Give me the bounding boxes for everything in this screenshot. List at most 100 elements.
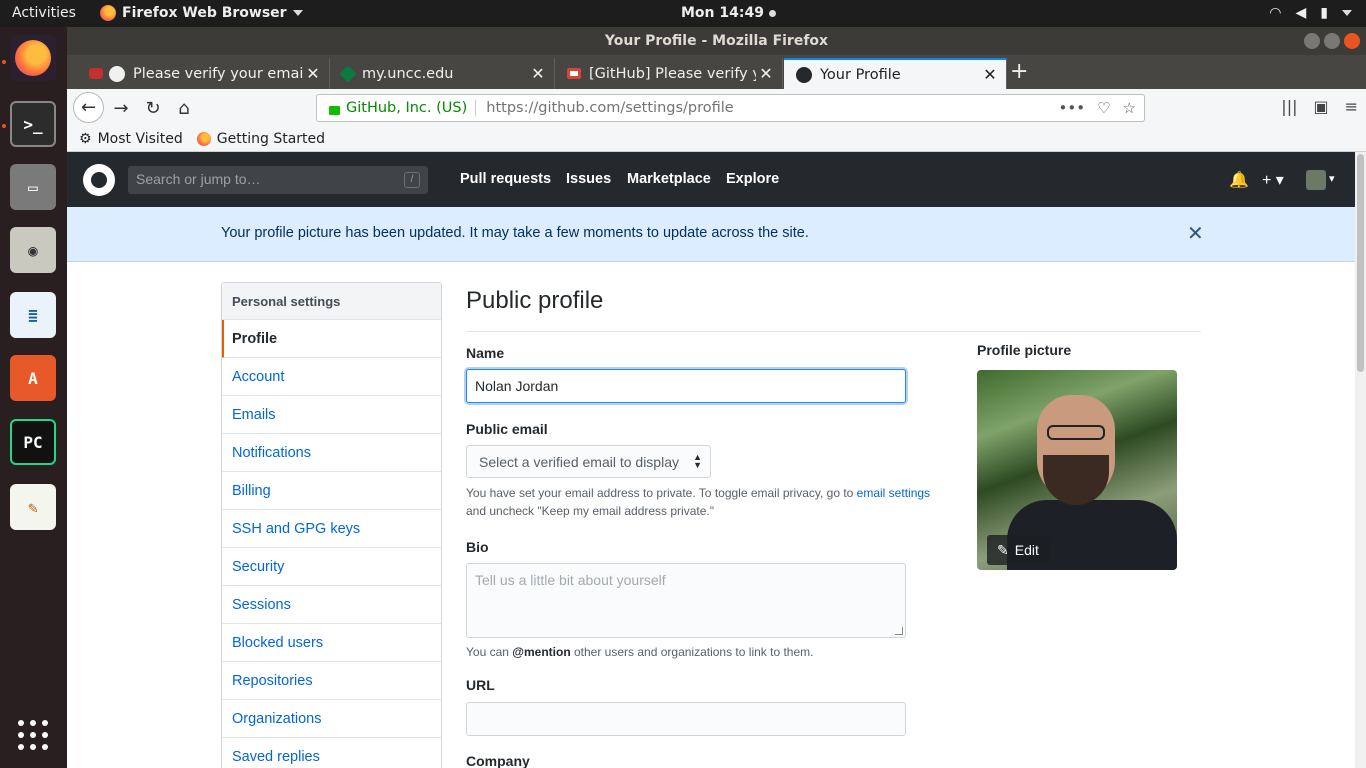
back-button[interactable]: ← [73,92,104,123]
window-title-bar[interactable]: Your Profile - Mozilla Firefox [67,27,1366,55]
bookmark-most-visited[interactable]: ⚙ Most Visited [79,131,183,147]
gear-icon: ⚙ [79,130,92,147]
sidebar-item-saved-replies[interactable]: Saved replies [222,738,441,768]
bookmark-getting-started[interactable]: Getting Started [196,131,325,147]
address-bar[interactable]: GitHub, Inc. (US) https://github.com/set… [316,94,1145,122]
tab-your-profile[interactable]: Your Profile ✕ [784,58,1007,89]
tab-github-verify[interactable]: [GitHub] Please verify yo ✕ [555,58,783,89]
public-email-label: Public email [466,421,548,437]
sidebar-item-notifications[interactable]: Notifications [222,434,441,472]
software-center-icon[interactable]: A [10,355,56,401]
sidebar-icon[interactable]: ▣ [1313,97,1328,116]
avatar[interactable] [1306,170,1326,190]
public-email-select[interactable]: Select a verified email to display ▲ ▼ [466,445,711,478]
page-content: Search or jump to… / Pull requests Issue… [67,152,1355,768]
writer-icon[interactable]: ≣ [10,292,56,338]
system-top-bar: Activities Firefox Web Browser Mon 14:49… [0,0,1366,27]
bell-icon[interactable]: 🔔 [1229,170,1249,190]
close-tab-icon[interactable]: ✕ [756,64,776,83]
activities-button[interactable]: Activities [12,5,76,21]
sidebar-item-security[interactable]: Security [222,548,441,586]
firefox-icon [196,131,211,146]
volume-icon: ◀ [1295,5,1307,21]
site-identity[interactable]: GitHub, Inc. (US) [346,100,477,116]
close-tab-icon[interactable]: ✕ [303,64,323,83]
text-editor-icon[interactable]: ✎ [10,484,56,530]
sidebar-item-billing[interactable]: Billing [222,472,441,510]
tab-strip: Please verify your email a ✕ my.uncc.edu… [67,55,1366,89]
system-indicators[interactable]: ◠ ◀ ▮ [1269,5,1352,21]
sidebar-header: Personal settings [222,283,441,320]
rhythmbox-icon[interactable]: ◉ [10,227,56,273]
pocket-icon[interactable]: ♡ [1097,99,1110,117]
bookmark-star-icon[interactable]: ☆ [1123,99,1136,117]
page-actions-icon[interactable]: ••• [1059,99,1086,117]
page-scrollbar[interactable] [1355,152,1366,768]
bio-label: Bio [466,539,489,555]
battery-icon: ▮ [1320,5,1328,21]
maximize-button[interactable] [1324,33,1340,49]
sidebar-item-repositories[interactable]: Repositories [222,662,441,700]
clock[interactable]: Mon 14:49 [681,5,776,21]
url-text[interactable]: https://github.com/settings/profile [486,100,1058,116]
app-menu[interactable]: Firefox Web Browser [100,5,303,21]
tab-my-uncc[interactable]: my.uncc.edu ✕ [330,58,555,89]
sidebar-item-blocked-users[interactable]: Blocked users [222,624,441,662]
terminal-icon[interactable]: >_ [10,101,56,147]
pencil-icon: ✎ [997,541,1009,558]
resize-handle-icon[interactable] [895,627,903,635]
uncc-icon [339,65,357,82]
github-icon [796,66,812,83]
forward-button[interactable]: → [108,95,134,121]
bio-textarea[interactable]: Tell us a little bit about yourself [466,563,906,638]
dock: >_ ▭ ◉ ≣ A PC ✎ [0,27,67,768]
files-icon[interactable]: ▭ [10,164,56,210]
scrollbar-thumb[interactable] [1357,154,1364,372]
show-applications-icon[interactable] [18,720,48,750]
edit-label: Edit [1014,542,1039,558]
menu-icon[interactable]: ≡ [1345,97,1358,116]
chevron-down-icon[interactable]: ▾ [1329,172,1335,185]
sidebar-item-account[interactable]: Account [222,358,441,396]
reload-button[interactable]: ↻ [140,95,166,121]
email-settings-link[interactable]: email settings [857,486,930,500]
app-menu-label: Firefox Web Browser [122,5,287,21]
github-icon [109,65,125,82]
close-tab-icon[interactable]: ✕ [980,65,1000,84]
url-field[interactable] [466,702,906,736]
edit-picture-button[interactable]: ✎ Edit [987,535,1049,565]
new-tab-button[interactable]: + [1010,59,1028,84]
minimize-button[interactable] [1304,33,1320,49]
window-controls [1304,33,1360,49]
close-icon[interactable]: ✕ [1187,221,1204,246]
github-logo-icon[interactable] [83,164,115,196]
nav-marketplace[interactable]: Marketplace [627,171,711,187]
sidebar-item-organizations[interactable]: Organizations [222,700,441,738]
library-icon[interactable]: ||| [1281,97,1297,116]
nav-explore[interactable]: Explore [726,171,779,187]
tab-title: Your Profile [820,66,901,83]
name-field[interactable] [466,369,906,403]
sidebar-item-ssh-gpg-keys[interactable]: SSH and GPG keys [222,510,441,548]
sidebar-item-profile[interactable]: Profile [222,320,441,358]
chevron-down-icon [1342,10,1352,16]
tab-title: my.uncc.edu [362,65,454,82]
close-tab-icon[interactable]: ✕ [528,64,548,83]
tab-verify-email[interactable]: Please verify your email a ✕ [77,58,330,89]
window-title: Your Profile - Mozilla Firefox [604,33,829,49]
sidebar-item-emails[interactable]: Emails [222,396,441,434]
page-title: Public profile [466,287,1201,332]
name-label: Name [466,345,505,361]
home-button[interactable]: ⌂ [171,95,197,121]
create-new-button[interactable]: + ▾ [1262,170,1284,190]
bookmark-label: Most Visited [97,130,183,147]
firefox-dock-icon[interactable] [10,35,56,81]
nav-pull-requests[interactable]: Pull requests [460,171,551,187]
nav-issues[interactable]: Issues [566,171,611,187]
close-window-button[interactable] [1344,33,1360,49]
profile-picture: ✎ Edit [977,370,1177,570]
search-input[interactable]: Search or jump to… / [128,166,428,194]
pycharm-icon[interactable]: PC [10,419,56,465]
sidebar-item-sessions[interactable]: Sessions [222,586,441,624]
url-label: URL [466,677,495,693]
